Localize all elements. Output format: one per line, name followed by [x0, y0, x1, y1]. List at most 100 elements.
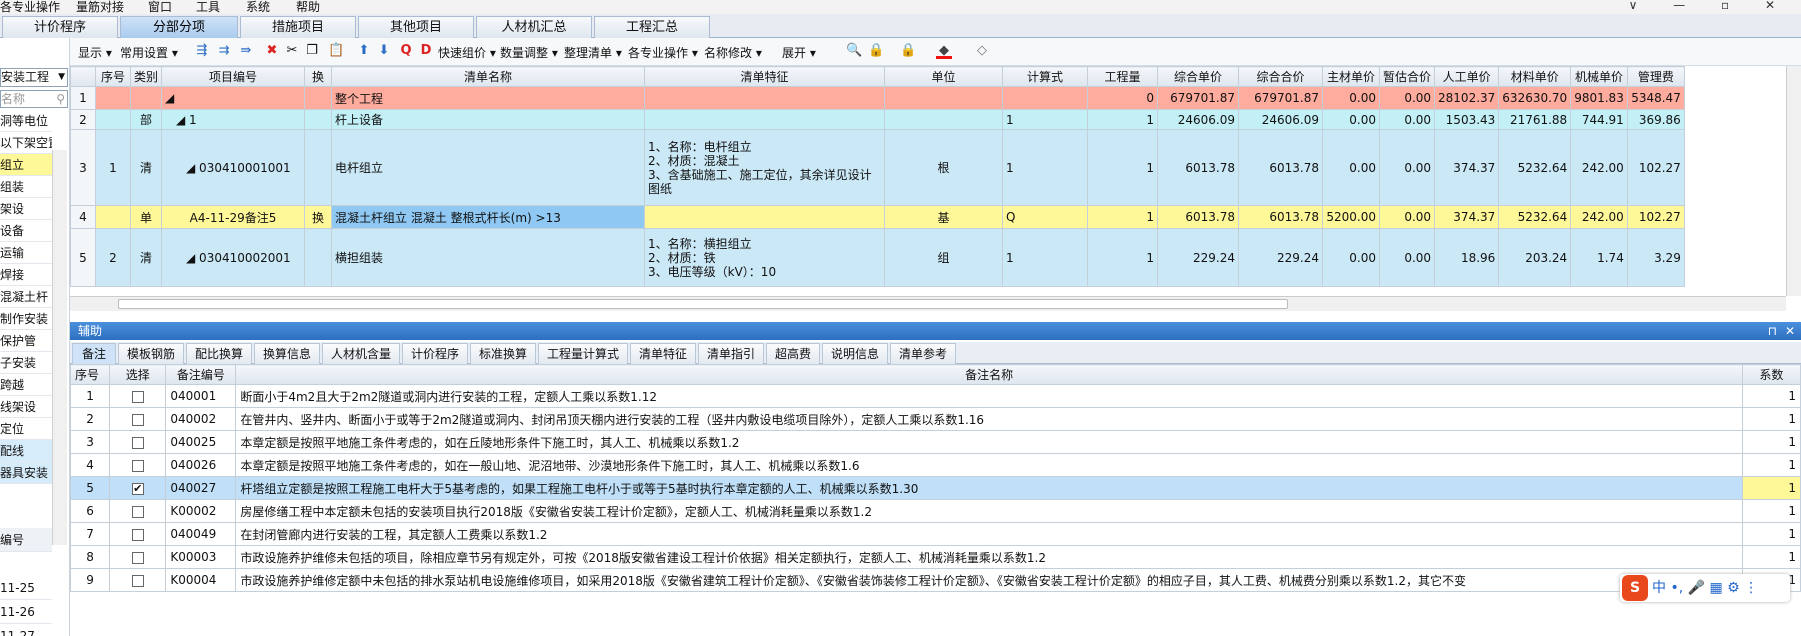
cell-formula[interactable]: 1 [1002, 228, 1089, 287]
col-header[interactable]: 项目编号 [161, 66, 306, 87]
menu-system[interactable]: 系统 [246, 0, 270, 14]
left-item[interactable]: 设备 [0, 220, 52, 242]
cell-qty[interactable]: 1 [1087, 109, 1159, 130]
cell-formula[interactable]: 1 [1002, 129, 1089, 206]
table-row[interactable]: 1 ◢ 整个工程 0 679701.87 679701.87 0.00 0.00… [70, 86, 1685, 110]
lock-settings-icon[interactable]: 🔒 [900, 43, 916, 59]
col-header[interactable]: 备注编号 [165, 364, 237, 385]
left-code-item[interactable]: 11-25 [0, 576, 52, 600]
common-settings-menu[interactable]: 常用设置 ▾ [120, 44, 178, 61]
cell-coef[interactable]: 1 [1741, 453, 1801, 477]
cell-coef[interactable]: 1 [1741, 476, 1801, 500]
tab-sub-items[interactable]: 分部分项 [120, 16, 238, 38]
table-row[interactable]: 1 040001 断面小于4m2且大于2m2隧道或洞内进行安装的工程，定额人工乘… [69, 384, 1801, 408]
cell-seq[interactable]: 1 [95, 129, 131, 206]
move-down-icon[interactable]: ⬇ [376, 43, 392, 59]
display-menu[interactable]: 显示 ▾ [78, 44, 112, 61]
col-header[interactable]: 单位 [884, 66, 1004, 87]
tab-template-rebar[interactable]: 模板钢筋 [118, 343, 184, 364]
cell-select[interactable] [109, 522, 167, 546]
checkbox[interactable] [131, 413, 144, 426]
move-up-icon[interactable]: ⬆ [356, 43, 372, 59]
left-item[interactable]: 架设 [0, 198, 52, 220]
col-header[interactable]: 清单名称 [331, 66, 646, 87]
ime-controls[interactable]: 中 •, 🎤 ▦ ⚙ ⋮ [1652, 580, 1758, 596]
organize-menu[interactable]: 整理清单 ▾ [564, 44, 622, 61]
find-icon[interactable]: 🔍 [846, 43, 862, 59]
left-item[interactable]: 保护管 [0, 330, 52, 352]
add-sub-icon[interactable]: ⇛ [238, 43, 254, 59]
cell-unit[interactable]: 组 [884, 228, 1004, 287]
tab-pricing-program[interactable]: 计价程序 [2, 16, 118, 38]
cell-formula[interactable]: Q [1002, 205, 1089, 229]
table-row[interactable]: 4 040026 本章定额是按照平地施工条件考虑的，如在一般山地、泥沼地带、沙漠… [69, 453, 1801, 477]
left-search-input[interactable]: 名称 ⚲ [0, 90, 68, 108]
checkbox[interactable] [131, 390, 144, 403]
cell-feature[interactable] [644, 86, 886, 110]
cell-qty[interactable]: 1 [1087, 228, 1159, 287]
cell-code[interactable]: ◢ 030410001001 [161, 129, 306, 206]
pin-icon[interactable]: ⊓ [1768, 322, 1777, 340]
cell-feature[interactable] [644, 109, 886, 130]
col-header[interactable]: 材料单价 [1498, 66, 1572, 87]
cell-type[interactable] [129, 86, 163, 110]
paste-icon[interactable]: 📋 [328, 43, 344, 59]
left-code-item[interactable]: 11-27 [0, 624, 52, 636]
cell-seq[interactable] [95, 109, 131, 130]
table-row[interactable]: 7 040049 在封闭管廊内进行安装的工程，其定额人工费乘以系数1.2 1 [69, 522, 1801, 546]
left-item[interactable]: 配线 [0, 440, 52, 462]
col-header[interactable]: 综合单价 [1157, 66, 1240, 87]
cell-name[interactable]: 电杆组立 [331, 129, 646, 206]
cell-name[interactable]: 杆上设备 [331, 109, 646, 130]
tab-bill-guide[interactable]: 清单指引 [698, 343, 764, 364]
checkbox-checked[interactable]: ✔ [131, 482, 144, 495]
tab-height-fee[interactable]: 超高费 [766, 343, 820, 364]
project-type-select[interactable]: 安装工程 ▼ [0, 68, 68, 87]
insert-icon[interactable]: ⇶ [194, 43, 210, 59]
tab-resource-content[interactable]: 人材机含量 [322, 343, 400, 364]
tab-pricing-program[interactable]: 计价程序 [402, 343, 468, 364]
menu-tools[interactable]: 工具 [196, 0, 220, 14]
cell-select[interactable] [109, 453, 167, 477]
cell-code[interactable]: ◢ 1 [161, 109, 306, 130]
tab-measures[interactable]: 措施项目 [240, 16, 356, 38]
tab-bill-reference[interactable]: 清单参考 [890, 343, 956, 364]
tab-bill-feature[interactable]: 清单特征 [630, 343, 696, 364]
eraser-icon[interactable]: ◇ [974, 43, 990, 59]
left-scrollbar[interactable] [52, 150, 67, 545]
left-item[interactable]: 焊接 [0, 264, 52, 286]
add-child-icon[interactable]: ⇉ [216, 43, 232, 59]
cell-seq[interactable]: 2 [95, 228, 131, 287]
cell-qty[interactable]: 0 [1087, 86, 1159, 110]
tab-project-summary[interactable]: 工程汇总 [594, 16, 710, 38]
left-code-item[interactable]: 11-26 [0, 600, 52, 624]
cell-coef[interactable]: 1 [1741, 522, 1801, 546]
col-header[interactable]: 备注名称 [235, 364, 1743, 385]
cell-coef[interactable]: 1 [1741, 384, 1801, 408]
left-item[interactable]: 洞等电位 [0, 110, 52, 132]
left-item[interactable]: 以下架空置 [0, 132, 52, 154]
cell-type[interactable]: 清 [129, 129, 163, 206]
cell-coef[interactable]: 1 [1741, 407, 1801, 431]
col-header[interactable]: 选择 [109, 364, 167, 385]
cell-coef[interactable]: 1 [1741, 499, 1801, 523]
left-item[interactable]: 器具安装 [0, 462, 52, 484]
menu-help[interactable]: 帮助 [296, 0, 320, 14]
tab-other-items[interactable]: 其他项目 [358, 16, 474, 38]
cell-select[interactable] [109, 430, 167, 454]
cell-formula[interactable]: 1 [1002, 109, 1089, 130]
cell-swap[interactable] [304, 86, 333, 110]
cell-formula[interactable] [1002, 86, 1089, 110]
cell-swap[interactable] [304, 228, 333, 287]
table-row[interactable]: 9 K00004 市政设施养护维修定额中未包括的排水泵站机电设施维修项目，如采用… [69, 568, 1801, 592]
checkbox[interactable] [131, 505, 144, 518]
menu-each-prof[interactable]: 各专业操作 [0, 0, 60, 14]
col-header[interactable]: 暂估合价 [1379, 66, 1436, 87]
cell-type[interactable]: 部 [129, 109, 163, 130]
left-item[interactable]: 组装 [0, 176, 52, 198]
cell-select[interactable] [109, 407, 167, 431]
define-icon[interactable]: D [418, 43, 434, 59]
left-item[interactable]: 制作安装 [0, 308, 52, 330]
col-header[interactable]: 清单特征 [644, 66, 886, 87]
checkbox[interactable] [131, 574, 144, 587]
